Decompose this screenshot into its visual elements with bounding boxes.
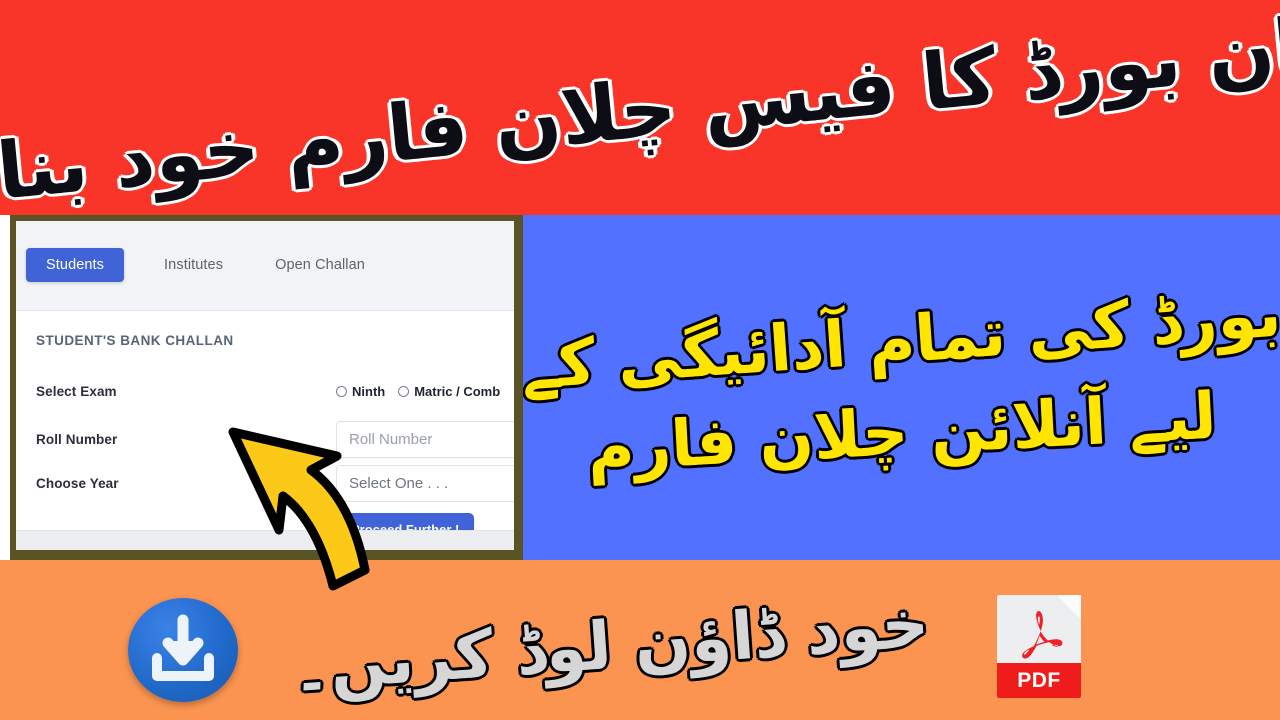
download-arrow-glyph — [152, 614, 214, 681]
thumbnail-canvas: ملتان بورڈ کا فیس چلان فارم خود بنائیں S… — [0, 0, 1280, 720]
tab-institutes[interactable]: Institutes — [146, 248, 241, 282]
choose-year-select[interactable]: Select One . . . — [336, 465, 514, 502]
blue-message-panel: بورڈ کی تمام آدائیگی کے لیے آنلائن چلان … — [523, 215, 1280, 560]
pdf-icon: PDF — [997, 595, 1081, 698]
tab-open-challan[interactable]: Open Challan — [257, 248, 383, 282]
roll-control-area: Roll Number — [336, 421, 514, 458]
tab-students[interactable]: Students — [26, 248, 125, 282]
acrobat-swirl-icon — [1022, 611, 1063, 659]
tab-list: Students Institutes Open Challan — [16, 248, 383, 282]
tab-bar: Students Institutes Open Challan — [16, 221, 514, 311]
radio-icon-ninth[interactable] — [336, 386, 347, 397]
card-footer-strip — [16, 530, 514, 550]
exam-radio-group: Ninth Matric / Comb — [336, 384, 514, 399]
form-row-select-exam: Select Exam Ninth Matric / Comb — [36, 370, 514, 413]
pdf-label: PDF — [997, 663, 1081, 698]
radio-label-matric: Matric / Comb — [414, 384, 501, 399]
form-row-choose-year: Choose Year Select One . . . — [36, 462, 514, 505]
radio-option-ninth[interactable]: Ninth — [336, 384, 385, 399]
page-title: STUDENT'S BANK CHALLAN — [36, 333, 234, 348]
label-select-exam: Select Exam — [36, 384, 117, 399]
year-control-area: Select One . . . — [336, 465, 514, 502]
label-choose-year: Choose Year — [36, 476, 119, 491]
challan-web-page: Students Institutes Open Challan STUDENT… — [16, 221, 514, 550]
download-icon[interactable] — [128, 598, 238, 702]
roll-number-input[interactable]: Roll Number — [336, 421, 514, 458]
radio-icon-matric[interactable] — [398, 386, 410, 397]
blue-panel-line-2: لیے آنلائن چلان فارم — [585, 379, 1218, 486]
browser-window-frame: Students Institutes Open Challan STUDENT… — [10, 215, 523, 560]
exam-control-area: Ninth Matric / Comb — [336, 384, 514, 399]
radio-option-matric[interactable]: Matric / Comb — [398, 384, 500, 399]
form-row-roll-number: Roll Number Roll Number — [36, 418, 514, 461]
banner-headline-urdu: ملتان بورڈ کا فیس چلان فارم خود بنائیں — [0, 0, 1280, 215]
form-panel: STUDENT'S BANK CHALLAN Select Exam Ninth… — [16, 311, 514, 550]
label-roll-number: Roll Number — [36, 432, 118, 447]
radio-label-ninth: Ninth — [352, 384, 386, 399]
top-banner: ملتان بورڈ کا فیس چلان فارم خود بنائیں — [0, 0, 1280, 215]
